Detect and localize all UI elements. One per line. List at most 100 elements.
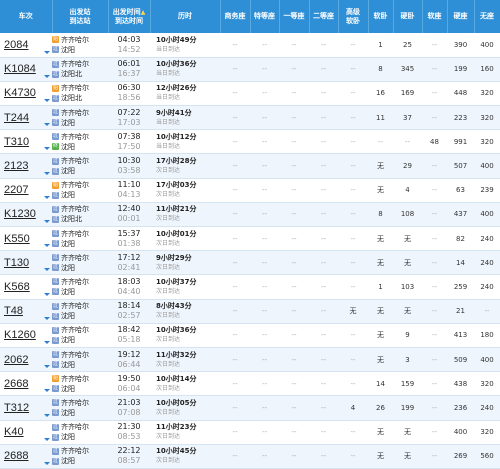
seat-second: -- [309,444,338,469]
seat-business: -- [220,153,250,179]
train-number-link[interactable]: T244 [4,112,29,124]
header-soft-sleeper[interactable]: 软卧 [368,0,394,33]
header-soft-seat[interactable]: 软座 [422,0,448,33]
chevron-down-icon[interactable] [44,389,50,393]
chevron-down-icon[interactable] [44,99,50,103]
seat-hard-seat: 413 [447,323,474,348]
table-row[interactable]: 2207 始齐齐哈尔过沈阳 11:10 04:13 17小时03分 次日到达 -- -- -- -… [0,178,500,203]
departure-time: 18:03 [117,276,141,286]
table-row[interactable]: T244 过齐齐哈尔过沈阳 07:22 17:03 9小时41分 当日到达 -- -- -- --… [0,105,500,131]
seat-first-special: -- [250,250,279,276]
seat-business: -- [220,347,250,373]
header-train[interactable]: 车次 [0,0,53,33]
table-row[interactable]: T130 过齐齐哈尔过沈阳 17:12 02:41 9小时29分 次日到达 -- -- -- --… [0,250,500,276]
train-cell: 2207 [0,178,52,203]
table-row[interactable]: 2084 始齐齐哈尔过沈阳 04:03 14:52 10小时49分 当日到达 -- -- -- -… [0,33,500,58]
table-row[interactable]: 2668 始齐齐哈尔过沈阳 19:50 06:04 10小时14分 次日到达 -- -- -- -… [0,371,500,397]
train-number-link[interactable]: T48 [4,305,23,317]
chevron-down-icon[interactable] [44,292,50,296]
arrival-station: 过沈阳 [52,239,108,249]
train-number-link[interactable]: K40 [4,426,24,438]
departure-station: 过齐齐哈尔 [52,350,108,360]
train-number-link[interactable]: 2084 [4,39,28,51]
seat-hard-seat: 991 [447,129,474,155]
chevron-down-icon[interactable] [44,268,50,272]
train-number-link[interactable]: K1260 [4,329,36,341]
seat-no-seat: 320 [474,129,500,155]
chevron-down-icon[interactable] [44,195,50,199]
header-station[interactable]: 出发站 到达站 [52,0,109,33]
chevron-down-icon[interactable] [44,244,50,248]
seat-hard-sleeper: 无 [393,444,422,469]
table-row[interactable]: T48 过齐齐哈尔过沈阳 18:14 02:57 8小时43分 次日到达 -- -- -- -- 无… [0,299,500,324]
seat-first: -- [279,371,309,397]
table-row[interactable]: K568 过齐齐哈尔过沈阳 18:03 04:40 10小时37分 次日到达 -- -- -- -… [0,274,500,300]
pass-station-icon: 过 [52,191,59,199]
train-number-link[interactable]: T312 [4,402,29,414]
header-soft-deluxe[interactable]: 高级 软卧 [338,0,369,33]
train-number-link[interactable]: T130 [4,257,29,269]
chevron-down-icon[interactable] [44,413,50,417]
seat-hard-sleeper: 25 [393,33,422,58]
chevron-down-icon[interactable] [44,316,50,320]
chevron-down-icon[interactable] [44,123,50,127]
header-duration[interactable]: 历时 [150,0,221,33]
seat-first-special: -- [250,347,279,373]
table-row[interactable]: 2123 过齐齐哈尔过沈阳 10:30 03:58 17小时28分 次日到达 -- -- -- -… [0,153,500,179]
pass-station-icon: 过 [52,278,59,286]
train-number-link[interactable]: 2123 [4,160,28,172]
table-row[interactable]: 2688 过齐齐哈尔过沈阳 22:12 08:57 10小时45分 次日到达 -- -- -- -… [0,444,500,469]
header-first-special[interactable]: 特等座 [250,0,280,33]
seat-hard-sleeper: 无 [393,420,422,445]
table-row[interactable]: T312 过齐齐哈尔过沈阳 21:03 07:08 10小时05分 次日到达 -- -- -- -… [0,395,500,421]
time-cell: 21:03 07:08 [108,395,150,421]
table-row[interactable]: T310 过齐齐哈尔终沈阳 07:38 17:50 10小时12分 当日到达 -- -- -- -… [0,129,500,155]
departure-station-name: 齐齐哈尔 [61,229,89,238]
train-number-link[interactable]: 2062 [4,354,28,366]
header-business[interactable]: 商务座 [220,0,251,33]
seat-first-special: -- [250,395,279,421]
seat-no-seat: 180 [474,323,500,348]
header-time[interactable]: 出发时间▲ 到达时间 [108,0,151,33]
arrival-time: 04:13 [117,190,141,200]
table-row[interactable]: K1084 过齐齐哈尔过沈阳北 06:01 16:37 10小时36分 当日到达 -- -- -… [0,57,500,82]
header-hard-sleeper[interactable]: 硬卧 [393,0,423,33]
table-row[interactable]: K40 过齐齐哈尔过沈阳 21:30 08:53 11小时23分 次日到达 -- -- -- --… [0,420,500,445]
train-number-link[interactable]: K4730 [4,87,36,99]
chevron-down-icon[interactable] [44,50,50,54]
table-row[interactable]: K1260 过齐齐哈尔过沈阳 18:42 05:18 10小时36分 次日到达 -- -- --… [0,323,500,348]
seat-hard-sleeper: 108 [393,202,422,228]
train-number-link[interactable]: 2688 [4,450,28,462]
header-second[interactable]: 二等座 [309,0,339,33]
departure-time: 11:10 [117,180,141,190]
train-number-link[interactable]: K1084 [4,63,36,75]
chevron-down-icon[interactable] [44,171,50,175]
train-number-link[interactable]: 2207 [4,184,28,196]
chevron-down-icon[interactable] [44,365,50,369]
table-row[interactable]: K1230 过齐齐哈尔过沈阳北 12:40 00:01 11小时21分 次日到达 -- -- -… [0,202,500,228]
chevron-down-icon[interactable] [44,461,50,465]
seat-first: -- [279,153,309,179]
seat-second: -- [309,347,338,373]
table-row[interactable]: 2062 过齐齐哈尔过沈阳 19:12 06:44 11小时32分 次日到达 -- -- -- -… [0,347,500,373]
header-no-seat[interactable]: 无座 [474,0,500,33]
table-row[interactable]: K4730 始齐齐哈尔过沈阳北 06:30 18:56 12小时26分 当日到达 -- -- -… [0,81,500,107]
departure-station: 过齐齐哈尔 [52,277,108,287]
chevron-down-icon[interactable] [44,74,50,78]
table-row[interactable]: K550 过齐齐哈尔过沈阳 15:37 01:38 10小时01分 次日到达 -- -- -- -… [0,226,500,252]
header-hard-seat[interactable]: 硬座 [447,0,475,33]
seat-soft-seat: -- [422,274,447,300]
train-number-link[interactable]: T310 [4,136,29,148]
chevron-down-icon[interactable] [44,220,50,223]
train-number-link[interactable]: K550 [4,233,30,245]
chevron-down-icon[interactable] [44,340,50,344]
chevron-down-icon[interactable] [44,437,50,441]
chevron-down-icon[interactable] [44,147,50,151]
header-first[interactable]: 一等座 [279,0,310,33]
pass-station-icon: 过 [52,312,59,320]
train-number-link[interactable]: 2668 [4,378,28,390]
train-number-link[interactable]: K1230 [4,208,36,220]
seat-hard-seat: 509 [447,347,474,373]
train-number-link[interactable]: K568 [4,281,30,293]
arrival-station-name: 沈阳 [61,287,75,296]
